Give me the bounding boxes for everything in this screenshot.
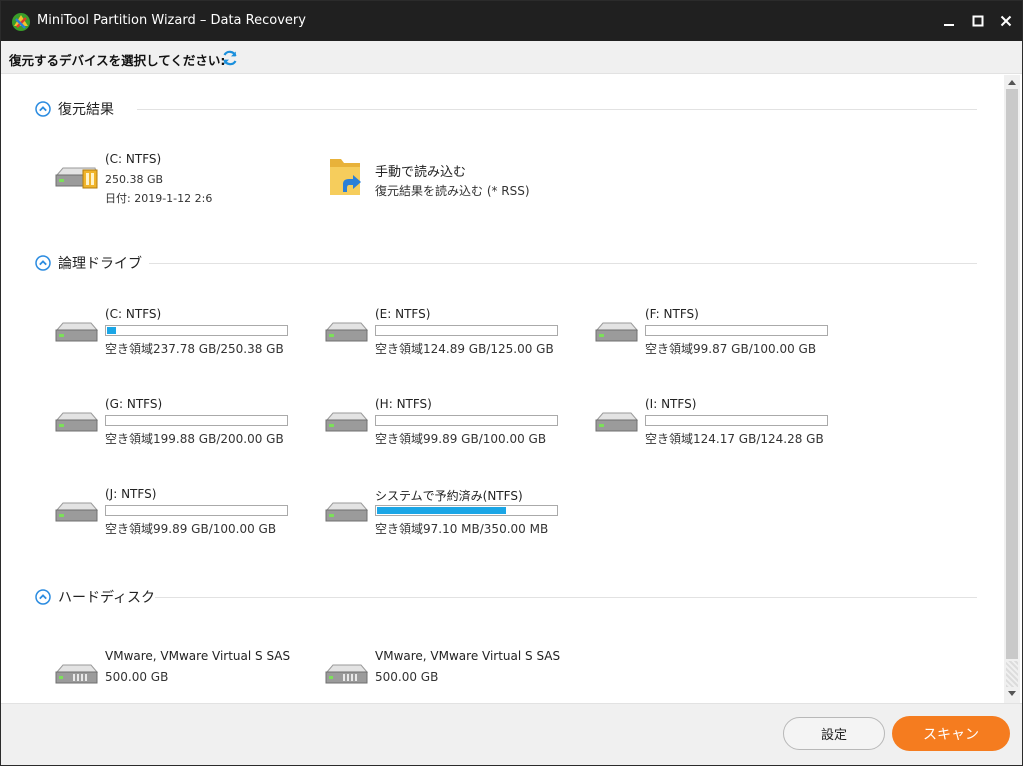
usage-bar <box>645 325 828 336</box>
drive-label: (H: NTFS) <box>375 397 432 411</box>
folder-open-icon <box>330 159 361 195</box>
logical-drive-item[interactable]: (E: NTFS) 空き領域124.89 GB/125.00 GB <box>325 307 585 367</box>
disk-capacity: 500.00 GB <box>105 670 169 684</box>
section-title: ハードディスク <box>58 590 156 606</box>
drive-label: (C: NTFS) <box>105 307 162 321</box>
section-divider <box>149 263 977 264</box>
usage-bar-fill <box>107 327 116 334</box>
refresh-icon[interactable] <box>221 49 239 67</box>
drive-icon <box>325 412 369 432</box>
usage-bar <box>105 325 288 336</box>
load-sublabel: 復元結果を読み込む (* RSS) <box>375 184 530 198</box>
free-space: 空き領域97.10 MB/350.00 MB <box>375 522 549 536</box>
scroll-down-arrow-icon[interactable] <box>1008 689 1016 697</box>
load-manually-item[interactable]: 手動で読み込む 復元結果を読み込む (* RSS) <box>329 155 589 201</box>
section-title: 論理ドライブ <box>58 256 142 272</box>
free-space: 空き領域99.89 GB/100.00 GB <box>105 522 277 536</box>
hard-disk-item[interactable]: VMware, VMware Virtual S SAS 500.00 GB <box>325 649 585 703</box>
drive-label: (G: NTFS) <box>105 397 163 411</box>
app-window: MiniTool Partition Wizard – Data Recover… <box>0 0 1023 766</box>
hard-disk-icon <box>55 664 99 684</box>
free-space: 空き領域199.88 GB/200.00 GB <box>105 432 284 446</box>
maximize-icon <box>972 15 984 27</box>
recovery-result-c-drive[interactable]: (C: NTFS) 250.38 GB 日付: 2019-1-12 2:6 <box>55 152 315 212</box>
minimize-button[interactable] <box>937 9 961 33</box>
usage-bar <box>375 505 558 516</box>
window-title: MiniTool Partition Wizard – Data Recover… <box>37 13 306 28</box>
drive-label: (I: NTFS) <box>645 397 697 411</box>
drive-icon <box>595 322 639 342</box>
logical-drive-item[interactable]: (H: NTFS) 空き領域99.89 GB/100.00 GB <box>325 397 585 457</box>
minimize-icon <box>944 24 954 26</box>
minitool-logo-icon <box>12 13 30 31</box>
maximize-button[interactable] <box>966 9 990 33</box>
drive-label: (C: NTFS) <box>105 152 162 166</box>
collapse-chevron-icon[interactable] <box>35 589 51 605</box>
drive-label: (J: NTFS) <box>105 487 157 501</box>
free-space: 空き領域237.78 GB/250.38 GB <box>105 342 284 356</box>
drive-label: システムで予約済み(NTFS) <box>375 489 523 503</box>
usage-bar <box>105 505 288 516</box>
section-logical-drives: 論理ドライブ <box>35 253 142 273</box>
logical-drive-item[interactable]: (C: NTFS) 空き領域237.78 GB/250.38 GB <box>55 307 315 367</box>
logical-drive-item[interactable]: システムで予約済み(NTFS) 空き領域97.10 MB/350.00 MB <box>325 487 585 547</box>
section-recovery-results: 復元結果 <box>35 99 114 119</box>
scan-button[interactable]: スキャン <box>892 716 1010 751</box>
load-label: 手動で読み込む <box>375 165 467 180</box>
drive-label: (E: NTFS) <box>375 307 431 321</box>
usage-bar <box>375 415 558 426</box>
section-title: 復元結果 <box>58 102 114 118</box>
title-bar[interactable]: MiniTool Partition Wizard – Data Recover… <box>1 1 1022 41</box>
footer-bar: 設定 スキャン <box>1 703 1022 765</box>
drive-icon <box>55 412 99 432</box>
usage-bar-fill <box>377 507 506 514</box>
logical-drive-item[interactable]: (G: NTFS) 空き領域199.88 GB/200.00 GB <box>55 397 315 457</box>
close-icon <box>1000 15 1012 27</box>
logical-drive-item[interactable]: (I: NTFS) 空き領域124.17 GB/124.28 GB <box>595 397 855 457</box>
drive-icon <box>55 502 99 522</box>
settings-button[interactable]: 設定 <box>783 717 885 750</box>
section-divider <box>155 597 977 598</box>
drive-icon <box>325 502 369 522</box>
device-select-bar: 復元するデバイスを選択してください: <box>1 41 1022 74</box>
free-space: 空き領域99.89 GB/100.00 GB <box>375 432 547 446</box>
usage-bar <box>375 325 558 336</box>
drive-icon <box>325 322 369 342</box>
hard-disk-item[interactable]: VMware, VMware Virtual S SAS 500.00 GB <box>55 649 315 703</box>
vertical-scrollbar[interactable] <box>1004 75 1020 703</box>
close-button[interactable] <box>994 9 1018 33</box>
hard-disk-icon <box>325 664 369 684</box>
section-hard-disks: ハードディスク <box>35 587 155 607</box>
section-divider <box>137 109 977 110</box>
collapse-chevron-icon[interactable] <box>35 101 51 117</box>
free-space: 空き領域124.89 GB/125.00 GB <box>375 342 554 356</box>
disk-capacity: 500.00 GB <box>375 670 439 684</box>
drive-icon <box>55 322 99 342</box>
drive-size: 250.38 GB <box>105 173 164 186</box>
device-list-area[interactable]: 復元結果 (C: NTFS) 250.38 GB 日付: 2019-1-12 2… <box>1 75 1004 703</box>
disk-label: VMware, VMware Virtual S SAS <box>375 649 561 663</box>
logical-drive-item[interactable]: (J: NTFS) 空き領域99.89 GB/100.00 GB <box>55 487 315 547</box>
usage-bar <box>645 415 828 426</box>
drive-icon <box>595 412 639 432</box>
free-space: 空き領域99.87 GB/100.00 GB <box>645 342 817 356</box>
disk-label: VMware, VMware Virtual S SAS <box>105 649 291 663</box>
drive-with-folder-icon <box>55 167 98 189</box>
scrollbar-track-hatched <box>1006 661 1018 687</box>
usage-bar <box>105 415 288 426</box>
collapse-chevron-icon[interactable] <box>35 255 51 271</box>
free-space: 空き領域124.17 GB/124.28 GB <box>645 432 824 446</box>
scroll-up-arrow-icon[interactable] <box>1008 79 1016 87</box>
logical-drive-item[interactable]: (F: NTFS) 空き領域99.87 GB/100.00 GB <box>595 307 855 367</box>
scrollbar-thumb[interactable] <box>1006 89 1018 659</box>
drive-label: (F: NTFS) <box>645 307 699 321</box>
result-date: 日付: 2019-1-12 2:6 <box>105 192 213 205</box>
device-select-label: 復元するデバイスを選択してください: <box>9 53 226 68</box>
